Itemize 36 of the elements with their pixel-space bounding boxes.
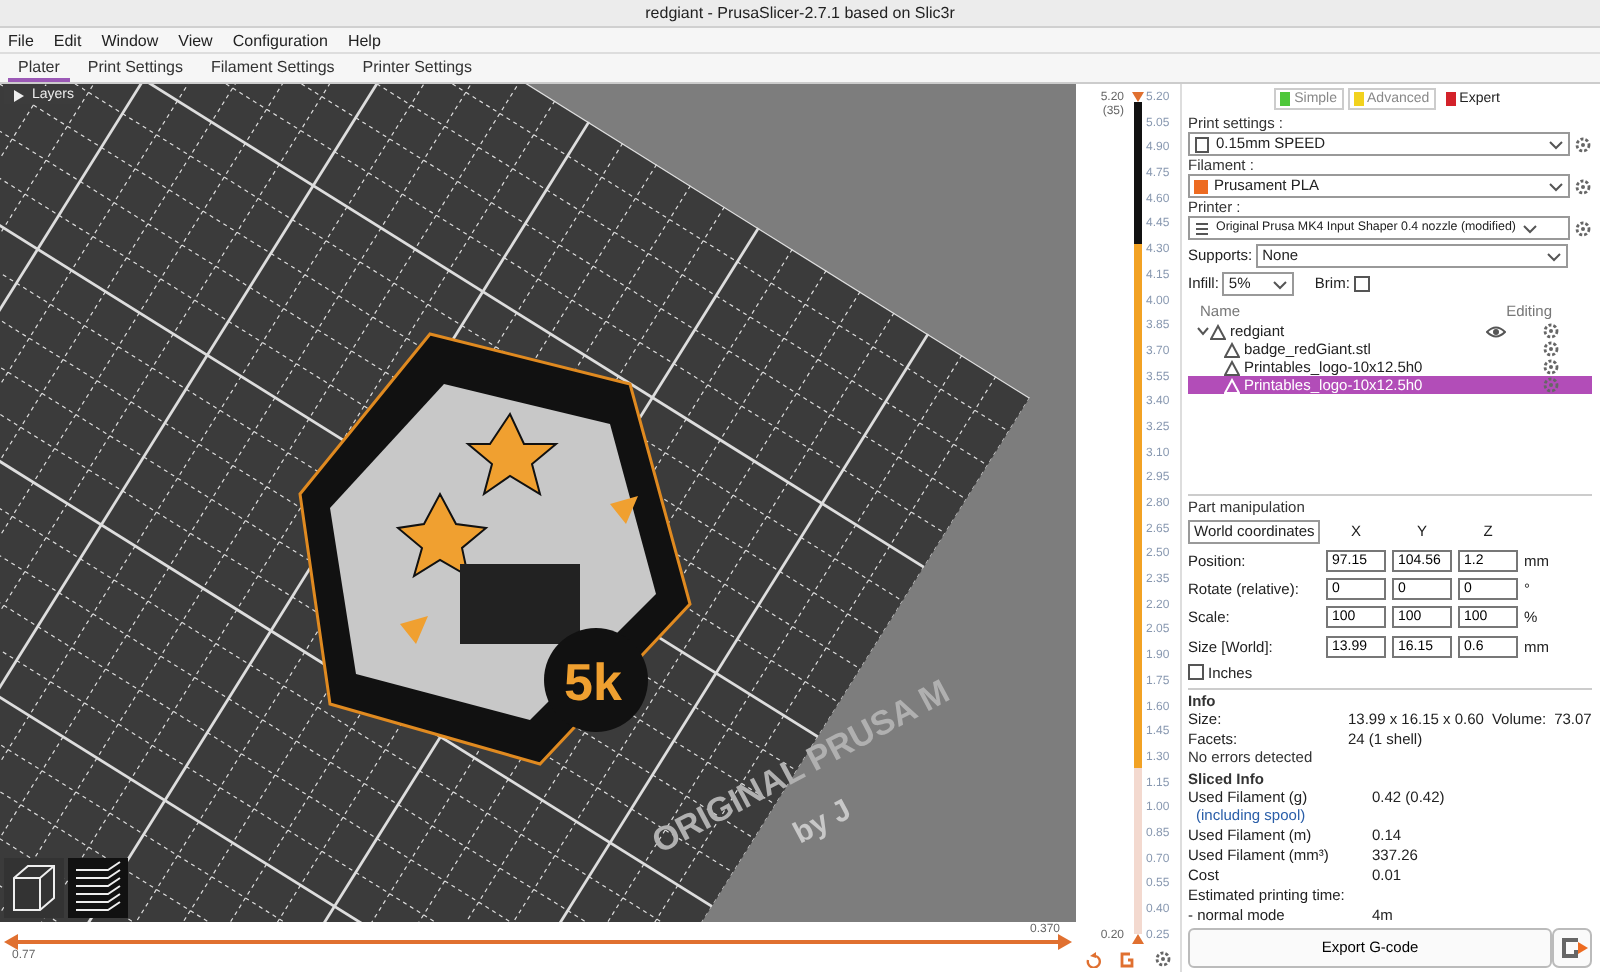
mode-color-icon xyxy=(1280,92,1291,106)
slider-thumb[interactable] xyxy=(1058,934,1072,950)
tab[interactable]: Printer Settings xyxy=(352,54,482,82)
layers-icon[interactable] xyxy=(68,858,128,918)
caret-icon xyxy=(1548,137,1564,151)
list-icon xyxy=(1194,219,1210,237)
undo-icon[interactable] xyxy=(1084,949,1103,967)
caret-icon xyxy=(1272,277,1289,291)
slider-thumb[interactable] xyxy=(1132,934,1144,944)
model-label: 5k xyxy=(564,652,622,712)
settings-icon[interactable] xyxy=(1574,177,1592,195)
settings-icon[interactable] xyxy=(1574,219,1592,237)
caret-icon xyxy=(1548,179,1564,193)
tab[interactable]: Print Settings xyxy=(77,54,193,82)
settings-icon[interactable] xyxy=(1153,949,1172,967)
mode-color-icon xyxy=(1445,92,1456,106)
document-icon xyxy=(1194,135,1210,153)
menu-item[interactable]: Configuration xyxy=(232,28,328,52)
eye-icon[interactable] xyxy=(1486,323,1506,340)
menu-item[interactable]: Window xyxy=(101,28,159,52)
checkbox[interactable] xyxy=(1353,276,1370,292)
menu-item[interactable]: View xyxy=(178,28,213,52)
mode-color-icon xyxy=(1353,92,1364,106)
checkbox[interactable] xyxy=(1188,664,1204,681)
triangle-icon xyxy=(12,87,26,103)
expander-icon[interactable] xyxy=(1196,324,1210,339)
settings-icon[interactable] xyxy=(1574,135,1592,153)
tab[interactable]: Filament Settings xyxy=(200,54,345,82)
menu-item[interactable]: File xyxy=(8,28,34,52)
window-title: redgiant - PrusaSlicer-2.7.1 based on Slic3r xyxy=(0,0,1600,28)
menu-item[interactable]: Help xyxy=(347,28,381,52)
export-gcode-icon[interactable] xyxy=(1552,928,1592,968)
cube-icon[interactable] xyxy=(4,858,64,918)
slider-thumb[interactable] xyxy=(1132,92,1144,102)
slider-thumb[interactable] xyxy=(4,934,18,950)
menu-item[interactable]: Edit xyxy=(53,28,82,52)
